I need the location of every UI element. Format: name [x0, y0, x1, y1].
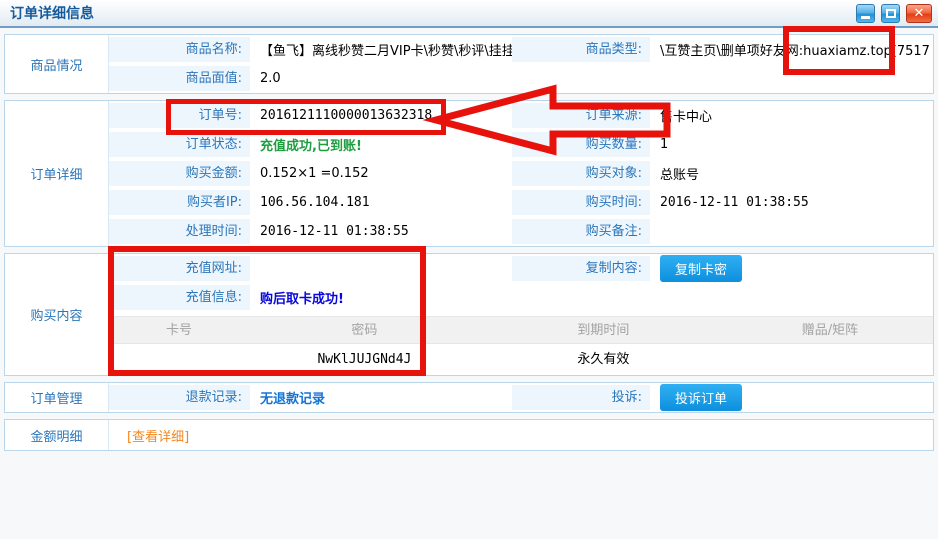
section-purchase: 购买内容 充值网址: 复制内容: 复制卡密 充值信息: 购后取卡成功! 卡号 密…: [4, 253, 934, 376]
order-amount-value: 0.152×1 =0.152: [250, 166, 512, 181]
purchase-row-1: 充值网址: 复制内容: 复制卡密: [109, 254, 933, 283]
copy-content-label: 复制内容:: [512, 256, 650, 281]
product-name-label: 商品名称:: [109, 37, 250, 62]
minimize-button[interactable]: [856, 4, 875, 23]
order-process-time-value: 2016-12-11 01:38:55: [250, 224, 512, 239]
order-target-value: 总账号: [650, 164, 933, 183]
order-amount-label: 购买金额:: [109, 161, 250, 186]
section-order: 订单详细 订单号: 2016121110000013632318 订单来源: 售…: [4, 100, 934, 247]
order-remark-label: 购买备注:: [512, 219, 650, 244]
order-qty-label: 购买数量:: [512, 132, 650, 157]
order-row-3: 购买金额: 0.152×1 =0.152 购买对象: 总账号: [109, 159, 933, 188]
order-row-4: 购买者IP: 106.56.104.181 购买时间: 2016-12-11 0…: [109, 188, 933, 217]
manage-row: 退款记录: 无退款记录 投诉: 投诉订单: [109, 383, 933, 412]
order-row-2: 订单状态: 充值成功,已到账! 购买数量: 1: [109, 130, 933, 159]
refund-record-value: 无退款记录: [250, 388, 512, 407]
expire-time-cell: 永久有效: [480, 344, 727, 375]
view-amount-detail-link[interactable]: [查看详细]: [109, 426, 189, 445]
order-no-label: 订单号:: [109, 103, 250, 128]
product-face-label: 商品面值:: [109, 66, 250, 91]
order-buy-time-label: 购买时间:: [512, 190, 650, 215]
order-ip-value: 106.56.104.181: [250, 195, 512, 210]
card-table-header: 卡号 密码 到期时间 赠品/矩阵: [109, 316, 933, 344]
refund-record-label: 退款记录:: [109, 385, 250, 410]
recharge-info-label: 充值信息:: [109, 285, 250, 310]
order-row-5: 处理时间: 2016-12-11 01:38:55 购买备注:: [109, 217, 933, 246]
section-amount: 金额明细 [查看详细]: [4, 419, 934, 451]
recharge-info-value: 购后取卡成功!: [250, 288, 512, 307]
product-face-value: 2.0: [250, 71, 512, 86]
card-table-row: NwKlJUJGNd4J 永久有效: [109, 344, 933, 375]
section-product: 商品情况 商品名称: 【鱼飞】离线秒赞二月VIP卡\秒赞\秒评\挂挂 商品类型:…: [4, 34, 934, 94]
section-order-label: 订单详细: [5, 101, 109, 246]
window-title: 订单详细信息: [10, 3, 94, 23]
order-qty-value: 1: [650, 137, 933, 152]
order-source-value: 售卡中心: [650, 106, 933, 125]
close-button[interactable]: ✕: [906, 4, 932, 23]
card-number-cell: [109, 344, 249, 375]
product-row-2: 商品面值: 2.0: [109, 64, 933, 93]
gift-matrix-cell: [727, 344, 933, 375]
product-type-value: \互赞主页\删单项好友网:huaxiamz.top(7517: [650, 40, 933, 59]
password-cell: NwKlJUJGNd4J: [249, 344, 480, 375]
product-name-value: 【鱼飞】离线秒赞二月VIP卡\秒赞\秒评\挂挂: [250, 40, 512, 59]
order-status-label: 订单状态:: [109, 132, 250, 157]
product-type-label: 商品类型:: [512, 37, 650, 62]
order-buy-time-value: 2016-12-11 01:38:55: [650, 195, 933, 210]
section-product-label: 商品情况: [5, 35, 109, 93]
maximize-icon: [886, 9, 896, 18]
recharge-url-label: 充值网址:: [109, 256, 250, 281]
complain-label: 投诉:: [512, 385, 650, 410]
col-expire-time: 到期时间: [480, 317, 727, 345]
titlebar: 订单详细信息 ✕: [0, 0, 938, 28]
card-table: 卡号 密码 到期时间 赠品/矩阵 NwKlJUJGNd4J 永久有效: [109, 316, 933, 375]
order-ip-label: 购买者IP:: [109, 190, 250, 215]
product-row-1: 商品名称: 【鱼飞】离线秒赞二月VIP卡\秒赞\秒评\挂挂 商品类型: \互赞主…: [109, 35, 933, 64]
order-row-1: 订单号: 2016121110000013632318 订单来源: 售卡中心: [109, 101, 933, 130]
col-card-number: 卡号: [109, 317, 249, 345]
close-icon: ✕: [914, 7, 925, 20]
section-amount-label: 金额明细: [5, 420, 109, 450]
section-purchase-label: 购买内容: [5, 254, 109, 375]
order-status-value: 充值成功,已到账!: [250, 135, 512, 154]
col-password: 密码: [249, 317, 480, 345]
section-manage: 订单管理 退款记录: 无退款记录 投诉: 投诉订单: [4, 382, 934, 413]
window-controls: ✕: [856, 4, 932, 23]
copy-card-secret-button[interactable]: 复制卡密: [660, 255, 742, 282]
complain-order-button[interactable]: 投诉订单: [660, 384, 742, 411]
col-gift-matrix: 赠品/矩阵: [727, 317, 933, 345]
section-manage-label: 订单管理: [5, 383, 109, 412]
order-no-value: 2016121110000013632318: [250, 108, 512, 123]
purchase-row-2: 充值信息: 购后取卡成功!: [109, 283, 933, 312]
order-target-label: 购买对象:: [512, 161, 650, 186]
order-source-label: 订单来源:: [512, 103, 650, 128]
maximize-button[interactable]: [881, 4, 900, 23]
minimize-icon: [861, 16, 870, 19]
order-process-time-label: 处理时间:: [109, 219, 250, 244]
